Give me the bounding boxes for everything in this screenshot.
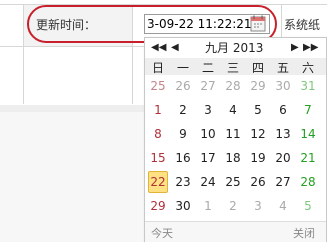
calendar-day[interactable]: 15 xyxy=(146,149,170,167)
calendar-day[interactable]: 29 xyxy=(246,77,270,95)
calendar-day[interactable]: 7 xyxy=(296,101,320,119)
grid-divider xyxy=(0,4,327,5)
weekday-header-row: 日 一 二 三 四 五 六 xyxy=(145,58,326,75)
prev-year-button[interactable]: ◀◀ xyxy=(151,41,166,55)
calendar-day[interactable]: 3 xyxy=(196,101,220,119)
weekday-label: 一 xyxy=(176,61,189,75)
calendar-day[interactable]: 25 xyxy=(221,173,245,191)
calendar-day[interactable]: 27 xyxy=(271,173,295,191)
calendar-day[interactable]: 12 xyxy=(246,125,270,143)
calendar-day[interactable]: 11 xyxy=(221,125,245,143)
weekday-label: 六 xyxy=(301,61,314,75)
weekday-label: 五 xyxy=(276,61,289,75)
update-time-label: 更新时间： xyxy=(36,18,97,32)
calendar-day[interactable]: 5 xyxy=(296,197,320,215)
calendar-day[interactable]: 23 xyxy=(171,173,195,191)
calendar-popup: ◀◀ ◀ 九月 2013 ▶ ▶▶ 日 一 二 三 四 五 六 25 26 27… xyxy=(144,37,327,242)
calendar-day[interactable]: 9 xyxy=(171,125,195,143)
grid-divider xyxy=(281,4,282,40)
calendar-day[interactable]: 31 xyxy=(296,77,320,95)
weekday-label: 日 xyxy=(151,61,164,75)
close-button[interactable]: 关闭 xyxy=(293,225,315,241)
calendar-day[interactable]: 26 xyxy=(246,173,270,191)
calendar-day[interactable]: 2 xyxy=(221,197,245,215)
calendar-day[interactable]: 20 xyxy=(271,149,295,167)
calendar-header: ◀◀ ◀ 九月 2013 ▶ ▶▶ xyxy=(145,38,326,58)
calendar-day[interactable]: 27 xyxy=(196,77,220,95)
calendar-day[interactable]: 10 xyxy=(196,125,220,143)
next-month-button[interactable]: ▶ xyxy=(291,41,299,55)
calendar-day[interactable]: 28 xyxy=(221,77,245,95)
weekday-label: 二 xyxy=(201,61,214,75)
weekday-label: 三 xyxy=(226,61,239,75)
calendar-day[interactable]: 28 xyxy=(296,173,320,191)
calendar-day[interactable]: 8 xyxy=(146,125,170,143)
grid-divider xyxy=(132,4,133,104)
calendar-footer: 今天 关闭 xyxy=(145,221,326,242)
calendar-day[interactable]: 14 xyxy=(296,125,320,143)
calendar-day[interactable]: 16 xyxy=(171,149,195,167)
calendar-day[interactable]: 26 xyxy=(171,77,195,95)
next-field-label: 系统纸 xyxy=(284,18,321,32)
calendar-day[interactable]: 19 xyxy=(246,149,270,167)
next-year-button[interactable]: ▶▶ xyxy=(303,41,318,55)
calendar-day[interactable]: 21 xyxy=(296,149,320,167)
calendar-day[interactable]: 1 xyxy=(196,197,220,215)
calendar-day[interactable]: 5 xyxy=(246,101,270,119)
calendar-day-today[interactable]: 22 xyxy=(148,171,168,193)
grid-divider xyxy=(23,4,24,104)
calendar-day[interactable]: 3 xyxy=(246,197,270,215)
calendar-day[interactable]: 18 xyxy=(221,149,245,167)
calendar-day[interactable]: 4 xyxy=(221,101,245,119)
calendar-day[interactable]: 25 xyxy=(146,77,170,95)
calendar-day[interactable]: 29 xyxy=(146,197,170,215)
calendar-day[interactable]: 2 xyxy=(171,101,195,119)
calendar-day[interactable]: 1 xyxy=(146,101,170,119)
calendar-day[interactable]: 6 xyxy=(271,101,295,119)
calendar-day[interactable]: 17 xyxy=(196,149,220,167)
calendar-day[interactable]: 13 xyxy=(271,125,295,143)
month-year-title[interactable]: 九月 2013 xyxy=(205,41,263,55)
calendar-day[interactable]: 30 xyxy=(171,197,195,215)
today-button[interactable]: 今天 xyxy=(151,225,173,241)
calendar-icon[interactable] xyxy=(250,15,266,32)
calendar-day[interactable]: 4 xyxy=(271,197,295,215)
calendar-day[interactable]: 24 xyxy=(196,173,220,191)
calendar-day[interactable]: 30 xyxy=(271,77,295,95)
weekday-label: 四 xyxy=(251,61,264,75)
prev-month-button[interactable]: ◀ xyxy=(171,41,179,55)
